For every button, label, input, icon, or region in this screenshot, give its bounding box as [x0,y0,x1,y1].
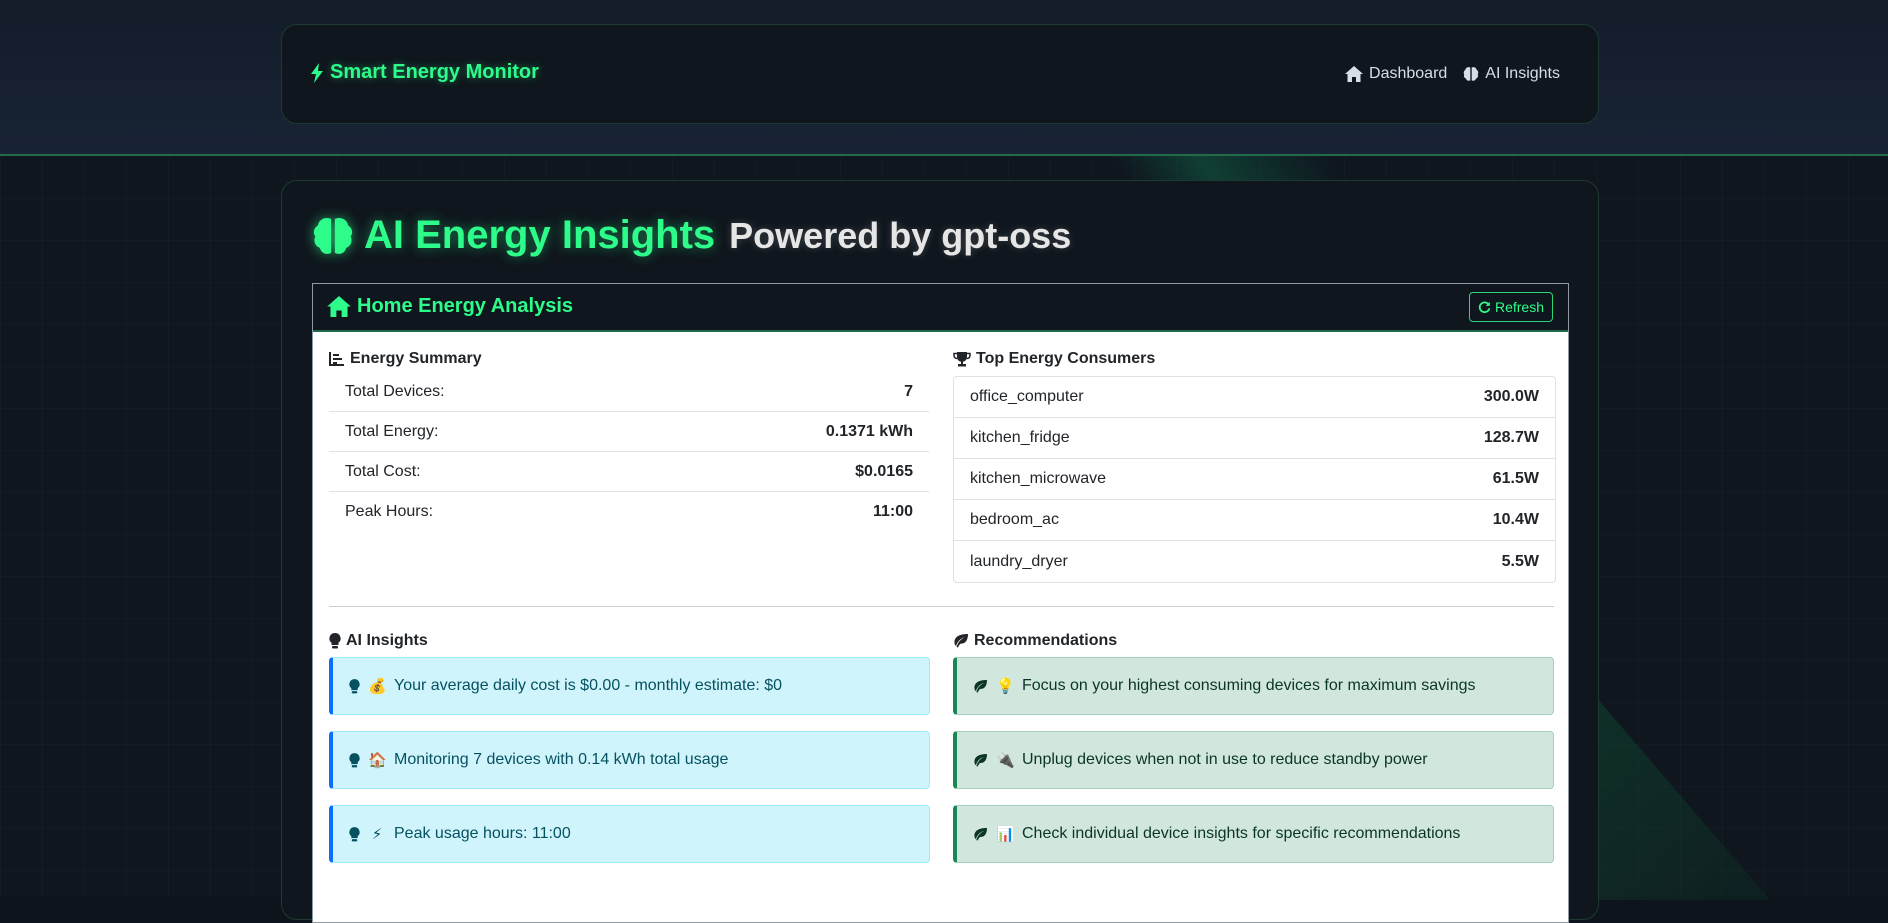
refresh-button[interactable]: Refresh [1468,292,1553,322]
nav-link-label: AI Insights [1485,65,1560,82]
device-power: 300.0W [1483,388,1539,405]
nav-link-label: Dashboard [1369,65,1448,82]
bolt-icon [310,62,324,83]
page-title-text: AI Energy Insights [364,213,716,257]
device-power: 128.7W [1483,429,1539,446]
lightbulb-icon [329,633,341,649]
nav-link-ai-insights[interactable]: AI Insights [1463,65,1560,83]
recommendation-text: Unplug devices when not in use to reduce… [1022,751,1428,768]
recommendation-text: Check individual device insights for spe… [1022,825,1461,842]
consumer-row: office_computer 300.0W [954,377,1555,418]
brain-icon [1463,66,1479,82]
top-consumers-heading: Top Energy Consumers [953,350,1155,368]
insight-alert: 🏠 Monitoring 7 devices with 0.14 kWh tot… [329,731,930,789]
consumer-row: kitchen_fridge 128.7W [954,418,1555,459]
main-card: AI Energy Insights Powered by gpt-oss Ho… [281,180,1599,923]
summary-value: $0.0165 [855,462,913,480]
summary-row-total-cost: Total Cost: $0.0165 [329,452,929,492]
consumer-row: bedroom_ac 10.4W [954,500,1555,541]
lightbulb-icon [349,826,360,842]
summary-label: Peak Hours: [345,503,434,520]
panel-title: Home Energy Analysis [327,295,573,318]
recommendation-text: Focus on your highest consuming devices … [1022,677,1476,694]
leaf-icon [973,827,988,841]
lightbulb-icon [349,678,360,694]
device-name: kitchen_microwave [970,470,1107,487]
device-power: 5.5W [1501,552,1539,570]
insight-text: Your average daily cost is $0.00 - month… [394,677,783,694]
summary-row-total-energy: Total Energy: 0.1371 kWh [329,412,929,452]
energy-summary-heading: Energy Summary [329,350,482,368]
summary-row-peak-hours: Peak Hours: 11:00 [329,492,929,532]
nav-link-dashboard[interactable]: Dashboard [1345,65,1447,83]
money-bag-icon: 💰 [368,678,387,695]
recommendation-alert: 💡 Focus on your highest consuming device… [953,657,1554,715]
summary-value: 11:00 [872,503,913,520]
panel-header: Home Energy Analysis Refresh [313,284,1568,332]
insight-alert: 💰 Your average daily cost is $0.00 - mon… [329,657,930,715]
consumer-row: laundry_dryer 5.5W [954,541,1555,582]
plug-icon: 🔌 [996,752,1015,769]
brand-title: Smart Energy Monitor [330,61,539,83]
summary-row-total-devices: Total Devices: 7 [329,372,929,412]
top-consumers-list: office_computer 300.0W kitchen_fridge 12… [953,376,1556,583]
nav-links: Dashboard AI Insights [1345,65,1560,83]
recommendation-alert: 📊 Check individual device insights for s… [953,805,1554,863]
brain-icon [312,215,354,257]
device-name: kitchen_fridge [970,429,1070,446]
ai-insights-heading: AI Insights [329,632,428,650]
navbar: Smart Energy Monitor Dashboard AI Insigh… [281,24,1599,124]
insight-text: Peak usage hours: 11:00 [394,825,571,842]
energy-summary-title: Energy Summary [350,350,482,367]
device-name: bedroom_ac [970,511,1059,528]
insight-alert: ⚡ Peak usage hours: 11:00 [329,805,930,863]
bar-chart-icon: 📊 [996,826,1015,843]
page-subtitle: Powered by gpt-oss [729,214,1072,256]
leaf-icon [973,679,988,693]
recommendations-title: Recommendations [974,632,1118,649]
consumer-row: kitchen_microwave 61.5W [954,459,1555,500]
device-name: office_computer [970,388,1084,405]
refresh-label: Refresh [1494,299,1544,315]
panel-title-text: Home Energy Analysis [357,295,574,317]
energy-summary-list: Total Devices: 7 Total Energy: 0.1371 kW… [329,372,929,532]
summary-value: 7 [904,382,913,400]
trophy-icon [953,351,971,367]
device-power: 10.4W [1492,511,1539,528]
house-icon: 🏠 [368,752,387,769]
summary-value: 0.1371 kWh [825,422,913,440]
lightning-icon: ⚡ [371,826,383,843]
recommendation-alert: 🔌 Unplug devices when not in use to redu… [953,731,1554,789]
device-power: 61.5W [1492,470,1539,487]
summary-label: Total Energy: [345,422,439,440]
section-divider [329,606,1554,607]
top-consumers-title: Top Energy Consumers [976,350,1156,367]
lightbulb-icon [349,752,360,768]
brand-link[interactable]: Smart Energy Monitor [310,61,539,84]
leaf-icon [953,634,969,648]
home-icon [1345,66,1364,82]
leaf-icon [973,753,988,767]
page-title: AI Energy Insights Powered by gpt-oss [312,213,1071,258]
chart-icon [329,352,345,366]
ai-insights-title: AI Insights [346,632,428,649]
recommendations-heading: Recommendations [953,632,1117,650]
analysis-panel: Home Energy Analysis Refresh Energy Summ… [312,283,1569,923]
refresh-icon [1478,301,1491,314]
home-icon [327,296,351,317]
lightbulb-emoji-icon: 💡 [996,678,1015,695]
device-name: laundry_dryer [970,552,1068,570]
summary-label: Total Devices: [345,382,445,400]
summary-label: Total Cost: [345,462,421,480]
insight-text: Monitoring 7 devices with 0.14 kWh total… [394,751,729,768]
